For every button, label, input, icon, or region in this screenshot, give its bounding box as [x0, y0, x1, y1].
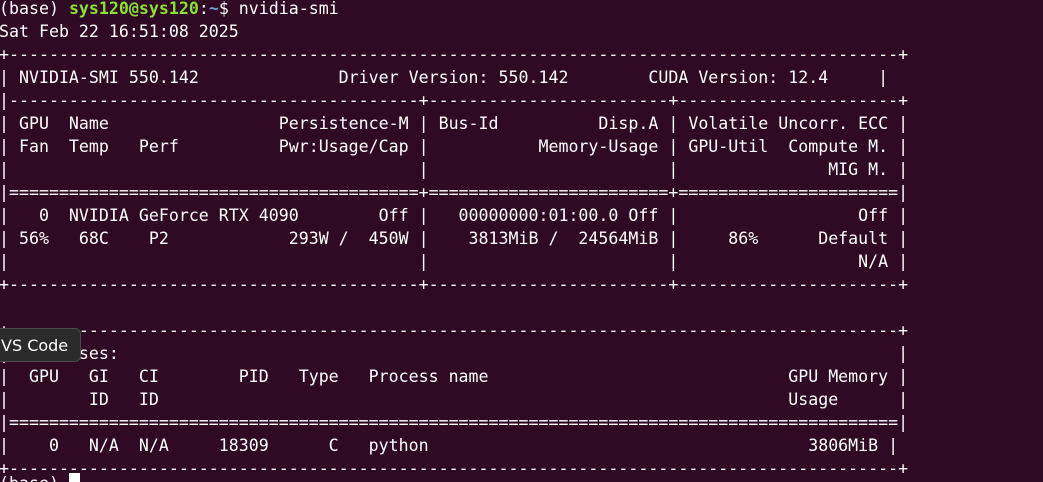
- processes-border-top: +---------------------------------------…: [0, 321, 909, 340]
- gpu-row-3: | | | N/A |: [0, 252, 909, 271]
- process-row: | 0 N/A N/A 18309 C python 3806MiB |: [0, 436, 899, 455]
- column-header-row-3: | | | MIG M. |: [0, 160, 909, 179]
- prompt-separator: :: [198, 0, 209, 18]
- text-cursor: [68, 473, 80, 482]
- user-host: sys120@sys120: [68, 0, 199, 18]
- table-border-bottom: +---------------------------------------…: [0, 275, 909, 294]
- processes-separator: |=======================================…: [0, 413, 909, 432]
- column-header-row-2: | Fan Temp Perf Pwr:Usage/Cap | Memory-U…: [0, 137, 909, 156]
- prompt-line: (base) sys120@sys120:~$ nvidia-smi: [0, 0, 339, 20]
- table-double-separator: |=======================================…: [0, 183, 909, 202]
- prompt-symbol: $: [218, 0, 239, 18]
- processes-border-bottom: +---------------------------------------…: [0, 459, 909, 478]
- next-prompt-line[interactable]: (base): [0, 472, 80, 482]
- next-prompt-text: (base): [0, 474, 69, 482]
- processes-header-row-1: | GPU GI CI PID Type Process name GPU Me…: [0, 367, 909, 386]
- table-border-top: +---------------------------------------…: [0, 45, 909, 64]
- gpu-row-1: | 0 NVIDIA GeForce RTX 4090 Off | 000000…: [0, 206, 909, 225]
- current-path: ~: [208, 0, 219, 18]
- column-header-row-1: | GPU Name Persistence-M | Bus-Id Disp.A…: [0, 114, 909, 133]
- processes-title: | Processes: |: [0, 344, 909, 363]
- table-separator: |---------------------------------------…: [0, 91, 909, 110]
- timestamp-line: Sat Feb 22 16:51:08 2025: [0, 22, 239, 41]
- terminal-window[interactable]: (base) sys120@sys120:~$ nvidia-smi Sat F…: [0, 0, 1043, 482]
- gpu-row-2: | 56% 68C P2 293W / 450W | 3813MiB / 245…: [0, 229, 909, 248]
- smi-version-line: | NVIDIA-SMI 550.142 Driver Version: 550…: [0, 68, 889, 87]
- dock-tooltip: VS Code: [0, 328, 82, 362]
- processes-header-row-2: | ID ID Usage |: [0, 390, 909, 409]
- conda-env: (base): [0, 0, 69, 18]
- command-text: nvidia-smi: [238, 0, 339, 18]
